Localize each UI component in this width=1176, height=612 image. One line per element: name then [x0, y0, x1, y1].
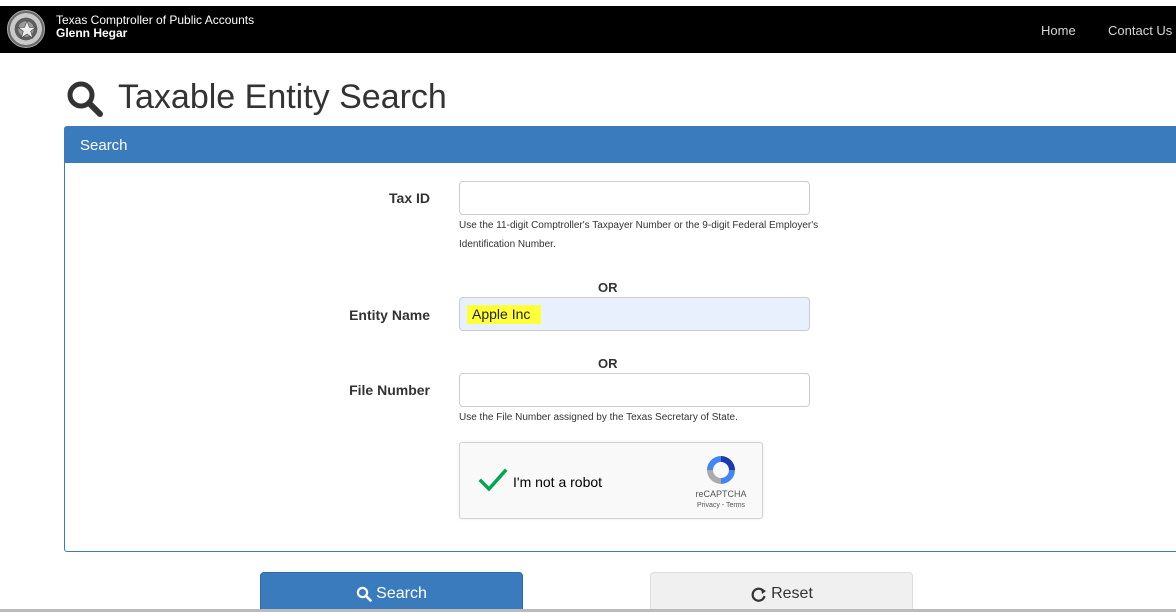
recaptcha-widget: I'm not a robot reCAPTCHA Privacy - Term…	[459, 442, 763, 519]
nav-home-link[interactable]: Home	[1041, 23, 1076, 38]
nav-contact-link[interactable]: Contact Us	[1108, 23, 1172, 38]
agency-name-block[interactable]: Texas Comptroller of Public Accounts Gle…	[56, 14, 254, 40]
entity-name-label: Entity Name	[349, 307, 430, 323]
tax-id-hint: Use the 11-digit Comptroller's Taxpayer …	[459, 220, 819, 250]
tax-id-input[interactable]	[459, 181, 810, 215]
entity-name-value: Apple Inc	[472, 306, 531, 322]
star-icon	[17, 20, 37, 39]
search-button[interactable]: Search	[260, 572, 523, 612]
page-title: Taxable Entity Search	[118, 78, 447, 116]
file-number-hint: Use the File Number assigned by the Texa…	[459, 412, 738, 423]
refresh-icon	[751, 587, 767, 602]
search-icon	[356, 586, 372, 602]
official-name: Glenn Hegar	[56, 26, 128, 40]
search-button-label: Search	[376, 585, 427, 602]
checkmark-icon[interactable]	[478, 467, 508, 493]
reset-button-label: Reset	[771, 585, 813, 602]
reset-button[interactable]: Reset	[650, 572, 913, 612]
recaptcha-logo-icon	[707, 456, 735, 484]
tax-id-label: Tax ID	[389, 190, 430, 206]
recaptcha-label: I'm not a robot	[513, 474, 603, 490]
file-number-input[interactable]	[459, 373, 810, 407]
recaptcha-links[interactable]: Privacy - Terms	[686, 502, 756, 509]
recaptcha-brand: reCAPTCHA	[695, 489, 747, 499]
texas-seal-logo[interactable]	[7, 10, 45, 48]
or-separator-1: OR	[598, 280, 618, 295]
top-nav-bar: Texas Comptroller of Public Accounts Gle…	[0, 6, 1176, 53]
or-separator-2: OR	[598, 356, 618, 371]
panel-heading: Search	[65, 127, 1176, 163]
search-icon	[67, 81, 103, 117]
file-number-label: File Number	[349, 382, 430, 398]
